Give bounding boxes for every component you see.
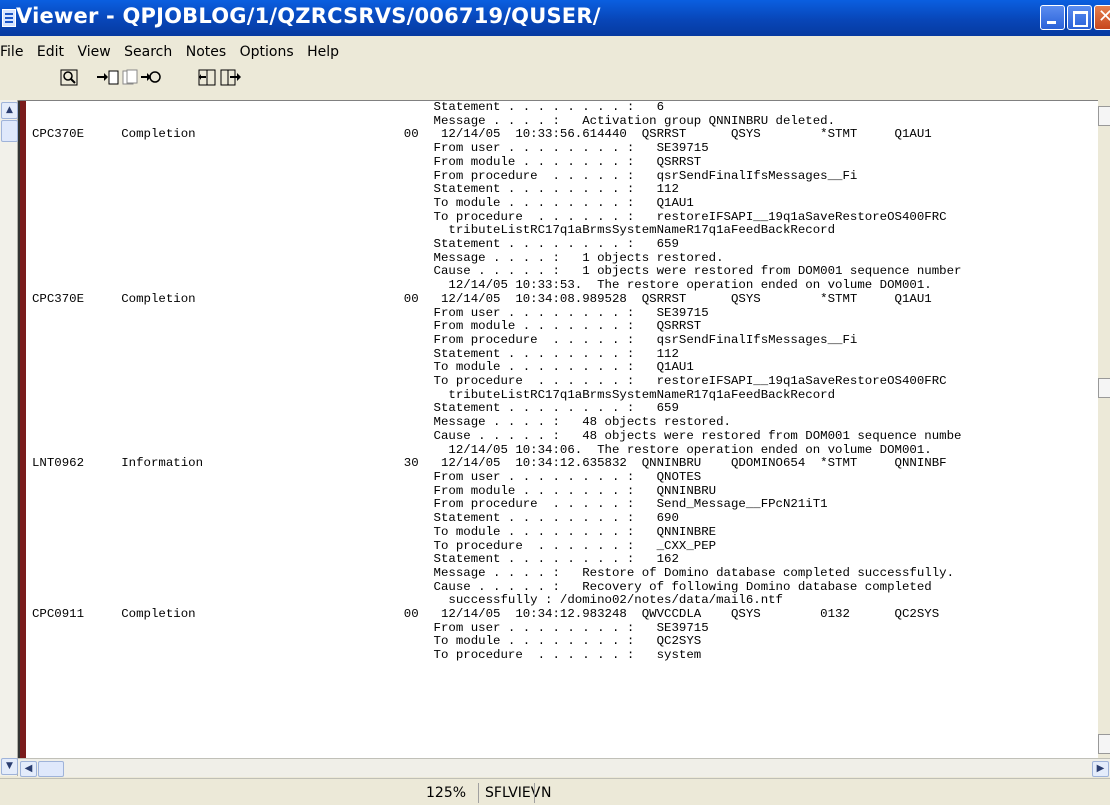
log-line: To module . . . . . . . . : QNNINBRE (32, 524, 717, 539)
log-line: From procedure . . . . . : qsrSendFinalI… (32, 332, 858, 347)
log-line: From module . . . . . . . : QSRRST (32, 154, 702, 169)
log-line: To module . . . . . . . . : Q1AU1 (32, 360, 694, 375)
right-edge-tab[interactable] (1098, 378, 1110, 398)
log-line: Statement . . . . . . . . : 659 (32, 401, 679, 416)
maximize-button[interactable] (1067, 5, 1092, 30)
right-edge-tab[interactable] (1098, 734, 1110, 754)
log-line: To procedure . . . . . . : restoreIFSAPI… (32, 374, 947, 389)
title-bar: Viewer - QPJOBLOG/1/QZRCSRVS/006719/QUSE… (0, 0, 1110, 36)
view-name: SFLVIEV (478, 783, 541, 803)
log-line: From procedure . . . . . : Send_Message_… (32, 497, 828, 512)
margin-bar (18, 101, 26, 759)
menu-edit[interactable]: Edit (37, 44, 64, 60)
log-line: From procedure . . . . . : qsrSendFinalI… (32, 168, 858, 183)
log-line: 12/14/05 10:34:06. The restore operation… (32, 442, 932, 457)
log-line: Message . . . . : Activation group QNNIN… (32, 113, 836, 128)
scroll-down-button[interactable]: ▼ (1, 758, 18, 775)
log-line: Message . . . . : Restore of Domino data… (32, 565, 955, 580)
menu-help[interactable]: Help (307, 44, 339, 60)
hscroll-thumb[interactable] (38, 761, 64, 777)
menu-notes[interactable]: Notes (186, 44, 226, 60)
log-line: Cause . . . . . : Recovery of following … (32, 579, 932, 594)
window-title: Viewer - QPJOBLOG/1/QZRCSRVS/006719/QUSE… (16, 4, 601, 28)
scroll-right-button[interactable]: ▶ (1092, 761, 1109, 777)
log-line: Cause . . . . . : 1 objects were restore… (32, 264, 962, 279)
log-line: Statement . . . . . . . . : 6 (32, 100, 665, 114)
app-icon[interactable] (2, 9, 16, 27)
log-line: Statement . . . . . . . . : 112 (32, 182, 679, 197)
log-line: From user . . . . . . . . : SE39715 (32, 141, 709, 156)
log-line: CPC0911 Completion 00 12/14/05 10:34:12.… (32, 607, 940, 622)
spool-file-view[interactable]: Statement . . . . . . . . : 6 Message . … (18, 100, 1098, 759)
log-line: Statement . . . . . . . . : 162 (32, 552, 679, 567)
horizontal-scrollbar[interactable]: ◀ ▶ (18, 758, 1110, 777)
log-text: Statement . . . . . . . . : 6 Message . … (32, 101, 961, 663)
log-line: successfully : /domino02/notes/data/mail… (32, 593, 783, 608)
menu-bar: File Edit View Search Notes Options Help (0, 44, 348, 64)
scroll-thumb[interactable] (1, 120, 18, 142)
log-line: Cause . . . . . : 48 objects were restor… (32, 428, 962, 443)
scroll-left-button[interactable]: ◀ (20, 761, 37, 777)
log-line: From user . . . . . . . . : QNOTES (32, 469, 702, 484)
minimize-button[interactable] (1040, 5, 1065, 30)
columns-icon[interactable] (220, 69, 242, 86)
log-line: From user . . . . . . . . : SE39715 (32, 305, 709, 320)
mode-indicator: N (534, 783, 551, 803)
log-line: Statement . . . . . . . . : 690 (32, 511, 679, 526)
log-line: From user . . . . . . . . : SE39715 (32, 620, 709, 635)
log-line: tributeListRC17q1aBrmsSystemNameR17q1aFe… (32, 223, 836, 238)
menu-view[interactable]: View (77, 44, 110, 60)
log-line: To procedure . . . . . . : _CXX_PEP (32, 538, 717, 553)
log-line: CPC370E Completion 00 12/14/05 10:34:08.… (32, 291, 932, 306)
page-nav-icon[interactable] (140, 69, 162, 86)
scroll-up-button[interactable]: ▲ (1, 102, 18, 119)
log-line: LNT0962 Information 30 12/14/05 10:34:12… (32, 456, 947, 471)
menu-file[interactable]: File (0, 44, 23, 60)
close-button[interactable]: ✕ (1094, 5, 1110, 30)
right-edge-tab[interactable] (1098, 106, 1110, 126)
menu-search[interactable]: Search (124, 44, 172, 60)
zoom-level: 125% (426, 785, 467, 801)
log-line: CPC370E Completion 00 12/14/05 10:33:56.… (32, 127, 932, 142)
log-line: From module . . . . . . . : QNNINBRU (32, 483, 717, 498)
log-line: Statement . . . . . . . . : 112 (32, 346, 679, 361)
log-line: To procedure . . . . . . : system (32, 648, 702, 663)
log-line: 12/14/05 10:33:53. The restore operation… (32, 278, 932, 293)
log-line: To module . . . . . . . . : QC2SYS (32, 634, 702, 649)
menu-options[interactable]: Options (240, 44, 294, 60)
toolbar (0, 66, 1110, 90)
log-line: Message . . . . : 1 objects restored. (32, 250, 724, 265)
log-line: To module . . . . . . . . : Q1AU1 (32, 195, 694, 210)
log-line: From module . . . . . . . : QSRRST (32, 319, 702, 334)
log-line: tributeListRC17q1aBrmsSystemNameR17q1aFe… (32, 387, 836, 402)
zoom-icon[interactable] (60, 69, 78, 86)
goto-icon[interactable] (96, 69, 120, 86)
log-line: To procedure . . . . . . : restoreIFSAPI… (32, 209, 947, 224)
vertical-scrollbar[interactable]: ▲ ▼ (0, 100, 18, 776)
split-icon[interactable] (198, 69, 216, 86)
log-line: Statement . . . . . . . . : 659 (32, 237, 679, 252)
close-icon: ✕ (1098, 6, 1110, 27)
pages-icon[interactable] (122, 69, 138, 86)
log-line: Message . . . . : 48 objects restored. (32, 415, 731, 430)
status-bar: 125% SFLVIEV N (0, 778, 1110, 805)
